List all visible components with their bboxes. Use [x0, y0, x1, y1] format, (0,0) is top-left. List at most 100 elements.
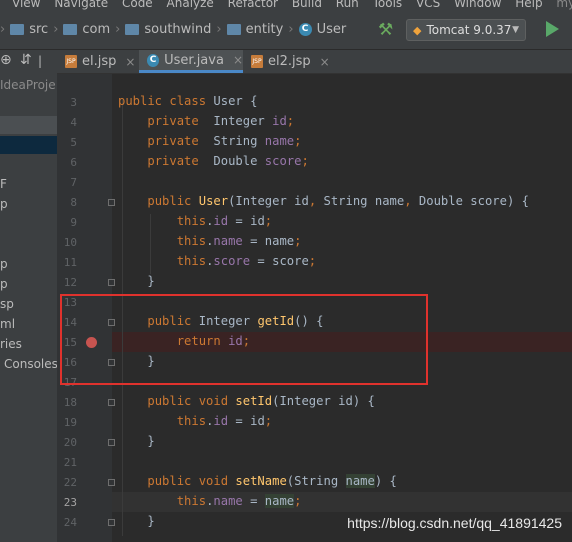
chevron-right-icon: › [216, 22, 222, 37]
code-line[interactable]: private Double score; [118, 154, 308, 168]
code-line[interactable]: this.name = name; [118, 234, 302, 248]
tree-item[interactable]: ml [0, 317, 15, 331]
line-number: 18 [63, 396, 77, 409]
annotation-highlight-box [60, 294, 428, 385]
chevron-right-icon: › [53, 22, 59, 37]
code-line[interactable]: public void setId(Integer id) { [118, 394, 374, 408]
menu-help[interactable]: Help [515, 0, 542, 10]
line-number: 20 [63, 436, 77, 449]
line-number: 12 [63, 276, 77, 289]
line-number: 6 [70, 156, 77, 169]
tab-label: el.jsp [82, 54, 117, 69]
fold-marker-icon[interactable] [108, 439, 115, 446]
chevron-right-icon: › [0, 22, 6, 37]
run-icon[interactable] [546, 21, 559, 37]
tree-item[interactable]: F [0, 177, 7, 191]
menu-view[interactable]: View [12, 0, 40, 10]
project-toolbar: ⊕ ⇵ | [0, 50, 57, 72]
folder-icon [63, 24, 78, 35]
code-line[interactable]: this.id = id; [118, 214, 272, 228]
window-project-title: myjsp [556, 0, 572, 10]
tree-item[interactable]: p [0, 197, 8, 211]
code-editor[interactable]: 3 4 5 6 7 8 9 10 11 12 13 14 15 16 17 18 19 20 21 22 23 24 pu… [57, 74, 572, 542]
line-number: 4 [70, 116, 77, 129]
tree-item[interactable]: ries [0, 337, 22, 351]
code-line[interactable]: private Integer id; [118, 114, 294, 128]
tab-el2-jsp[interactable]: JSP el2.jsp × [243, 50, 333, 73]
line-number: 24 [63, 516, 77, 529]
code-line[interactable]: public void setName(String name) { [118, 474, 397, 488]
fold-marker-icon[interactable] [108, 479, 115, 486]
line-number: 10 [63, 236, 77, 249]
chevron-right-icon: › [115, 22, 121, 37]
menu-vcs[interactable]: VCS [416, 0, 440, 10]
breadcrumb-entity[interactable]: entity [246, 22, 284, 37]
build-hammer-icon[interactable]: ⚒ [378, 20, 393, 40]
line-number: 11 [63, 256, 77, 269]
run-configuration-select[interactable]: ◆ Tomcat 9.0.37 ▼ [406, 19, 526, 41]
tab-label: el2.jsp [268, 54, 311, 69]
folder-icon [10, 24, 25, 35]
close-icon[interactable]: × [320, 55, 330, 69]
line-number: 5 [70, 136, 77, 149]
line-number: 19 [63, 416, 77, 429]
line-number: 22 [63, 476, 77, 489]
line-number: 21 [63, 456, 77, 469]
menu-navigate[interactable]: Navigate [54, 0, 108, 10]
fold-marker-icon[interactable] [108, 519, 115, 526]
menu-run[interactable]: Run [336, 0, 359, 10]
code-line[interactable]: } [118, 514, 154, 528]
chevron-right-icon: › [288, 22, 294, 37]
code-line[interactable]: public class User { [118, 94, 257, 108]
tree-item-consoles[interactable]: Consoles [4, 357, 57, 371]
project-root[interactable]: IdeaProje [0, 78, 56, 92]
jsp-file-icon: JSP [251, 55, 263, 68]
menu-tools[interactable]: Tools [373, 0, 403, 10]
tree-item[interactable]: p [0, 257, 8, 271]
code-line[interactable]: } [118, 274, 154, 288]
breadcrumb-user[interactable]: User [317, 22, 347, 37]
run-configuration-label: Tomcat 9.0.37 [426, 23, 512, 37]
breadcrumb-southwind[interactable]: southwind [144, 22, 211, 37]
tree-item[interactable]: sp [0, 297, 14, 311]
tree-row-focused[interactable] [0, 136, 57, 154]
code-line[interactable]: this.score = score; [118, 254, 316, 268]
navigation-bar: › src › com › southwind › entity › C Use… [0, 12, 572, 50]
close-icon[interactable]: × [125, 55, 135, 69]
divider-icon: | [38, 54, 43, 68]
line-number: 9 [70, 216, 77, 229]
menu-refactor[interactable]: Refactor [228, 0, 278, 10]
class-icon: C [147, 53, 160, 67]
breadcrumb-com[interactable]: com [82, 22, 110, 37]
code-line[interactable]: } [118, 434, 154, 448]
collapse-icon[interactable]: ⇵ [20, 52, 32, 68]
code-line[interactable]: this.id = id; [118, 414, 272, 428]
menu-bar: View Navigate Code Analyze Refactor Buil… [0, 0, 572, 12]
close-icon[interactable]: × [233, 53, 243, 67]
tomcat-icon: ◆ [413, 23, 422, 37]
tree-row-selected[interactable] [0, 116, 57, 134]
line-number: 7 [70, 176, 77, 189]
tree-item[interactable]: p [0, 277, 8, 291]
breadcrumb: › src › com › southwind › entity › C Use… [0, 22, 346, 37]
fold-marker-icon[interactable] [108, 199, 115, 206]
add-icon[interactable]: ⊕ [0, 52, 12, 68]
code-line[interactable]: public User(Integer id, String name, Dou… [118, 194, 529, 208]
menu-analyze[interactable]: Analyze [167, 0, 214, 10]
menu-code[interactable]: Code [122, 0, 153, 10]
fold-marker-icon[interactable] [108, 279, 115, 286]
menu-build[interactable]: Build [292, 0, 322, 10]
chevron-down-icon: ▼ [512, 25, 519, 35]
tab-label: User.java [164, 52, 224, 68]
breadcrumb-src[interactable]: src [29, 22, 48, 37]
tab-el-jsp[interactable]: JSP el.jsp × [57, 50, 139, 73]
menu-window[interactable]: Window [454, 0, 501, 10]
class-icon: C [298, 23, 312, 36]
code-line[interactable]: this.name = name; [118, 494, 301, 508]
folder-icon [125, 24, 140, 35]
tab-user-java[interactable]: C User.java × [139, 50, 243, 73]
code-line[interactable]: private String name; [118, 134, 301, 148]
line-number: 3 [70, 96, 77, 109]
jsp-file-icon: JSP [65, 55, 77, 68]
fold-marker-icon[interactable] [108, 399, 115, 406]
